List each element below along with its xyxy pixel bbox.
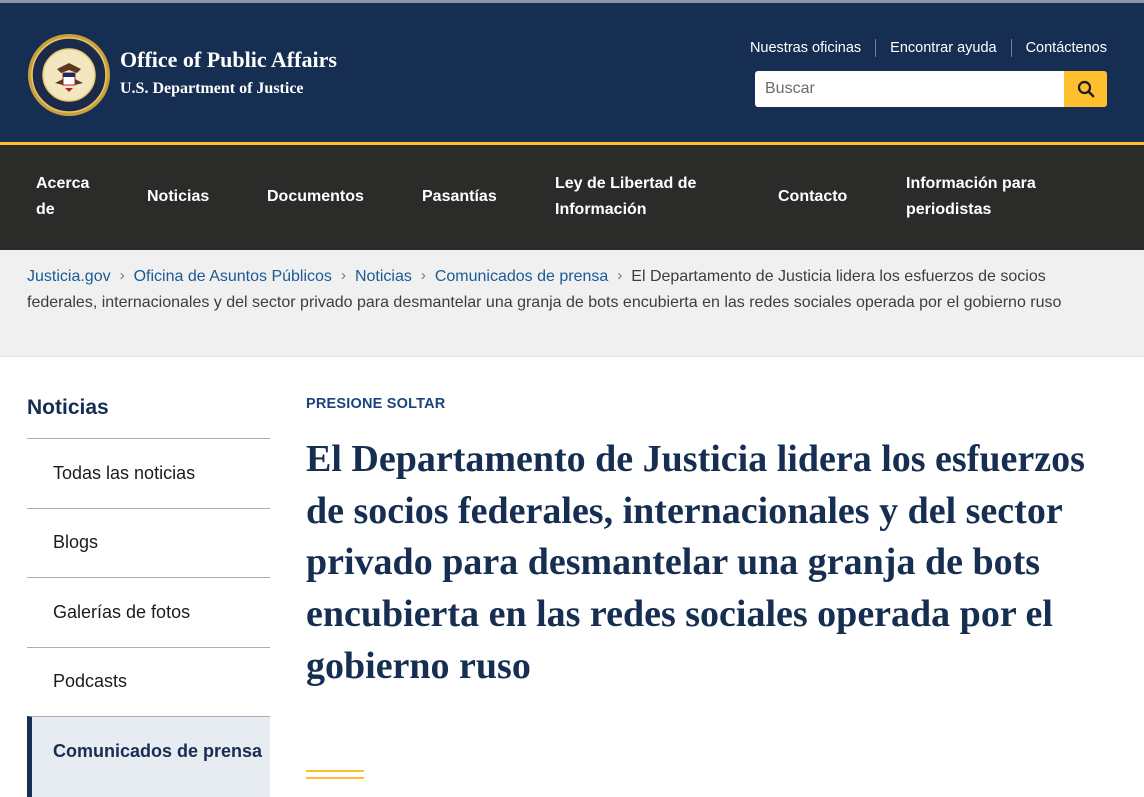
chevron-right-icon: › — [420, 267, 426, 284]
search-form — [755, 71, 1107, 107]
chevron-right-icon: › — [617, 267, 623, 284]
doj-seal-icon[interactable] — [27, 33, 111, 117]
decorative-rule — [306, 770, 364, 779]
chevron-right-icon: › — [340, 267, 346, 284]
sidebar-item-galerias[interactable]: Galerías de fotos — [27, 577, 270, 647]
breadcrumb-link-justicia[interactable]: Justicia.gov — [27, 268, 111, 285]
sidebar-nav: Todas las noticias Blogs Galerías de fot… — [27, 438, 270, 797]
search-button[interactable] — [1064, 71, 1107, 107]
breadcrumb-link-noticias[interactable]: Noticias — [355, 268, 412, 285]
utility-link-offices[interactable]: Nuestras oficinas — [750, 40, 861, 56]
breadcrumb-link-opa[interactable]: Oficina de Asuntos Públicos — [134, 268, 332, 285]
search-icon — [1077, 80, 1094, 98]
nav-item-noticias[interactable]: Noticias — [147, 184, 209, 210]
site-subtitle[interactable]: U.S. Department of Justice — [120, 80, 304, 98]
divider — [1010, 39, 1012, 57]
search-input[interactable] — [755, 71, 1064, 107]
nav-item-acerca-de[interactable]: Acerca de — [36, 171, 106, 223]
nav-item-contacto[interactable]: Contacto — [778, 184, 847, 210]
main-nav: Acerca de Noticias Documentos Pasantías … — [0, 142, 1144, 250]
site-header: Office of Public Affairs U.S. Department… — [0, 0, 1144, 142]
sidebar-title: Noticias — [27, 396, 109, 419]
utility-link-contact[interactable]: Contáctenos — [1026, 40, 1107, 56]
sidebar-item-comunicados[interactable]: Comunicados de prensa — [27, 716, 270, 797]
breadcrumb-link-comunicados[interactable]: Comunicados de prensa — [435, 268, 608, 285]
sidebar-item-todas-noticias[interactable]: Todas las noticias — [27, 438, 270, 508]
nav-item-periodistas[interactable]: Información para periodistas — [906, 171, 1076, 223]
utility-nav: Nuestras oficinas Encontrar ayuda Contác… — [750, 39, 1107, 57]
page-title: El Departamento de Justicia lidera los e… — [306, 438, 1085, 687]
sidebar-item-blogs[interactable]: Blogs — [27, 507, 270, 578]
article-kicker: PRESIONE SOLTAR — [306, 396, 446, 412]
breadcrumb: Justicia.gov › Oficina de Asuntos Públicos… — [0, 250, 1144, 357]
nav-item-pasantias[interactable]: Pasantías — [422, 184, 497, 210]
site-title[interactable]: Office of Public Affairs — [120, 47, 337, 73]
sidebar-item-podcasts[interactable]: Podcasts — [27, 646, 270, 717]
nav-item-documentos[interactable]: Documentos — [267, 184, 364, 210]
utility-link-help[interactable]: Encontrar ayuda — [890, 40, 996, 56]
chevron-right-icon: › — [119, 267, 125, 284]
nav-item-foia[interactable]: Ley de Libertad de Información — [555, 171, 725, 223]
divider — [875, 39, 877, 57]
